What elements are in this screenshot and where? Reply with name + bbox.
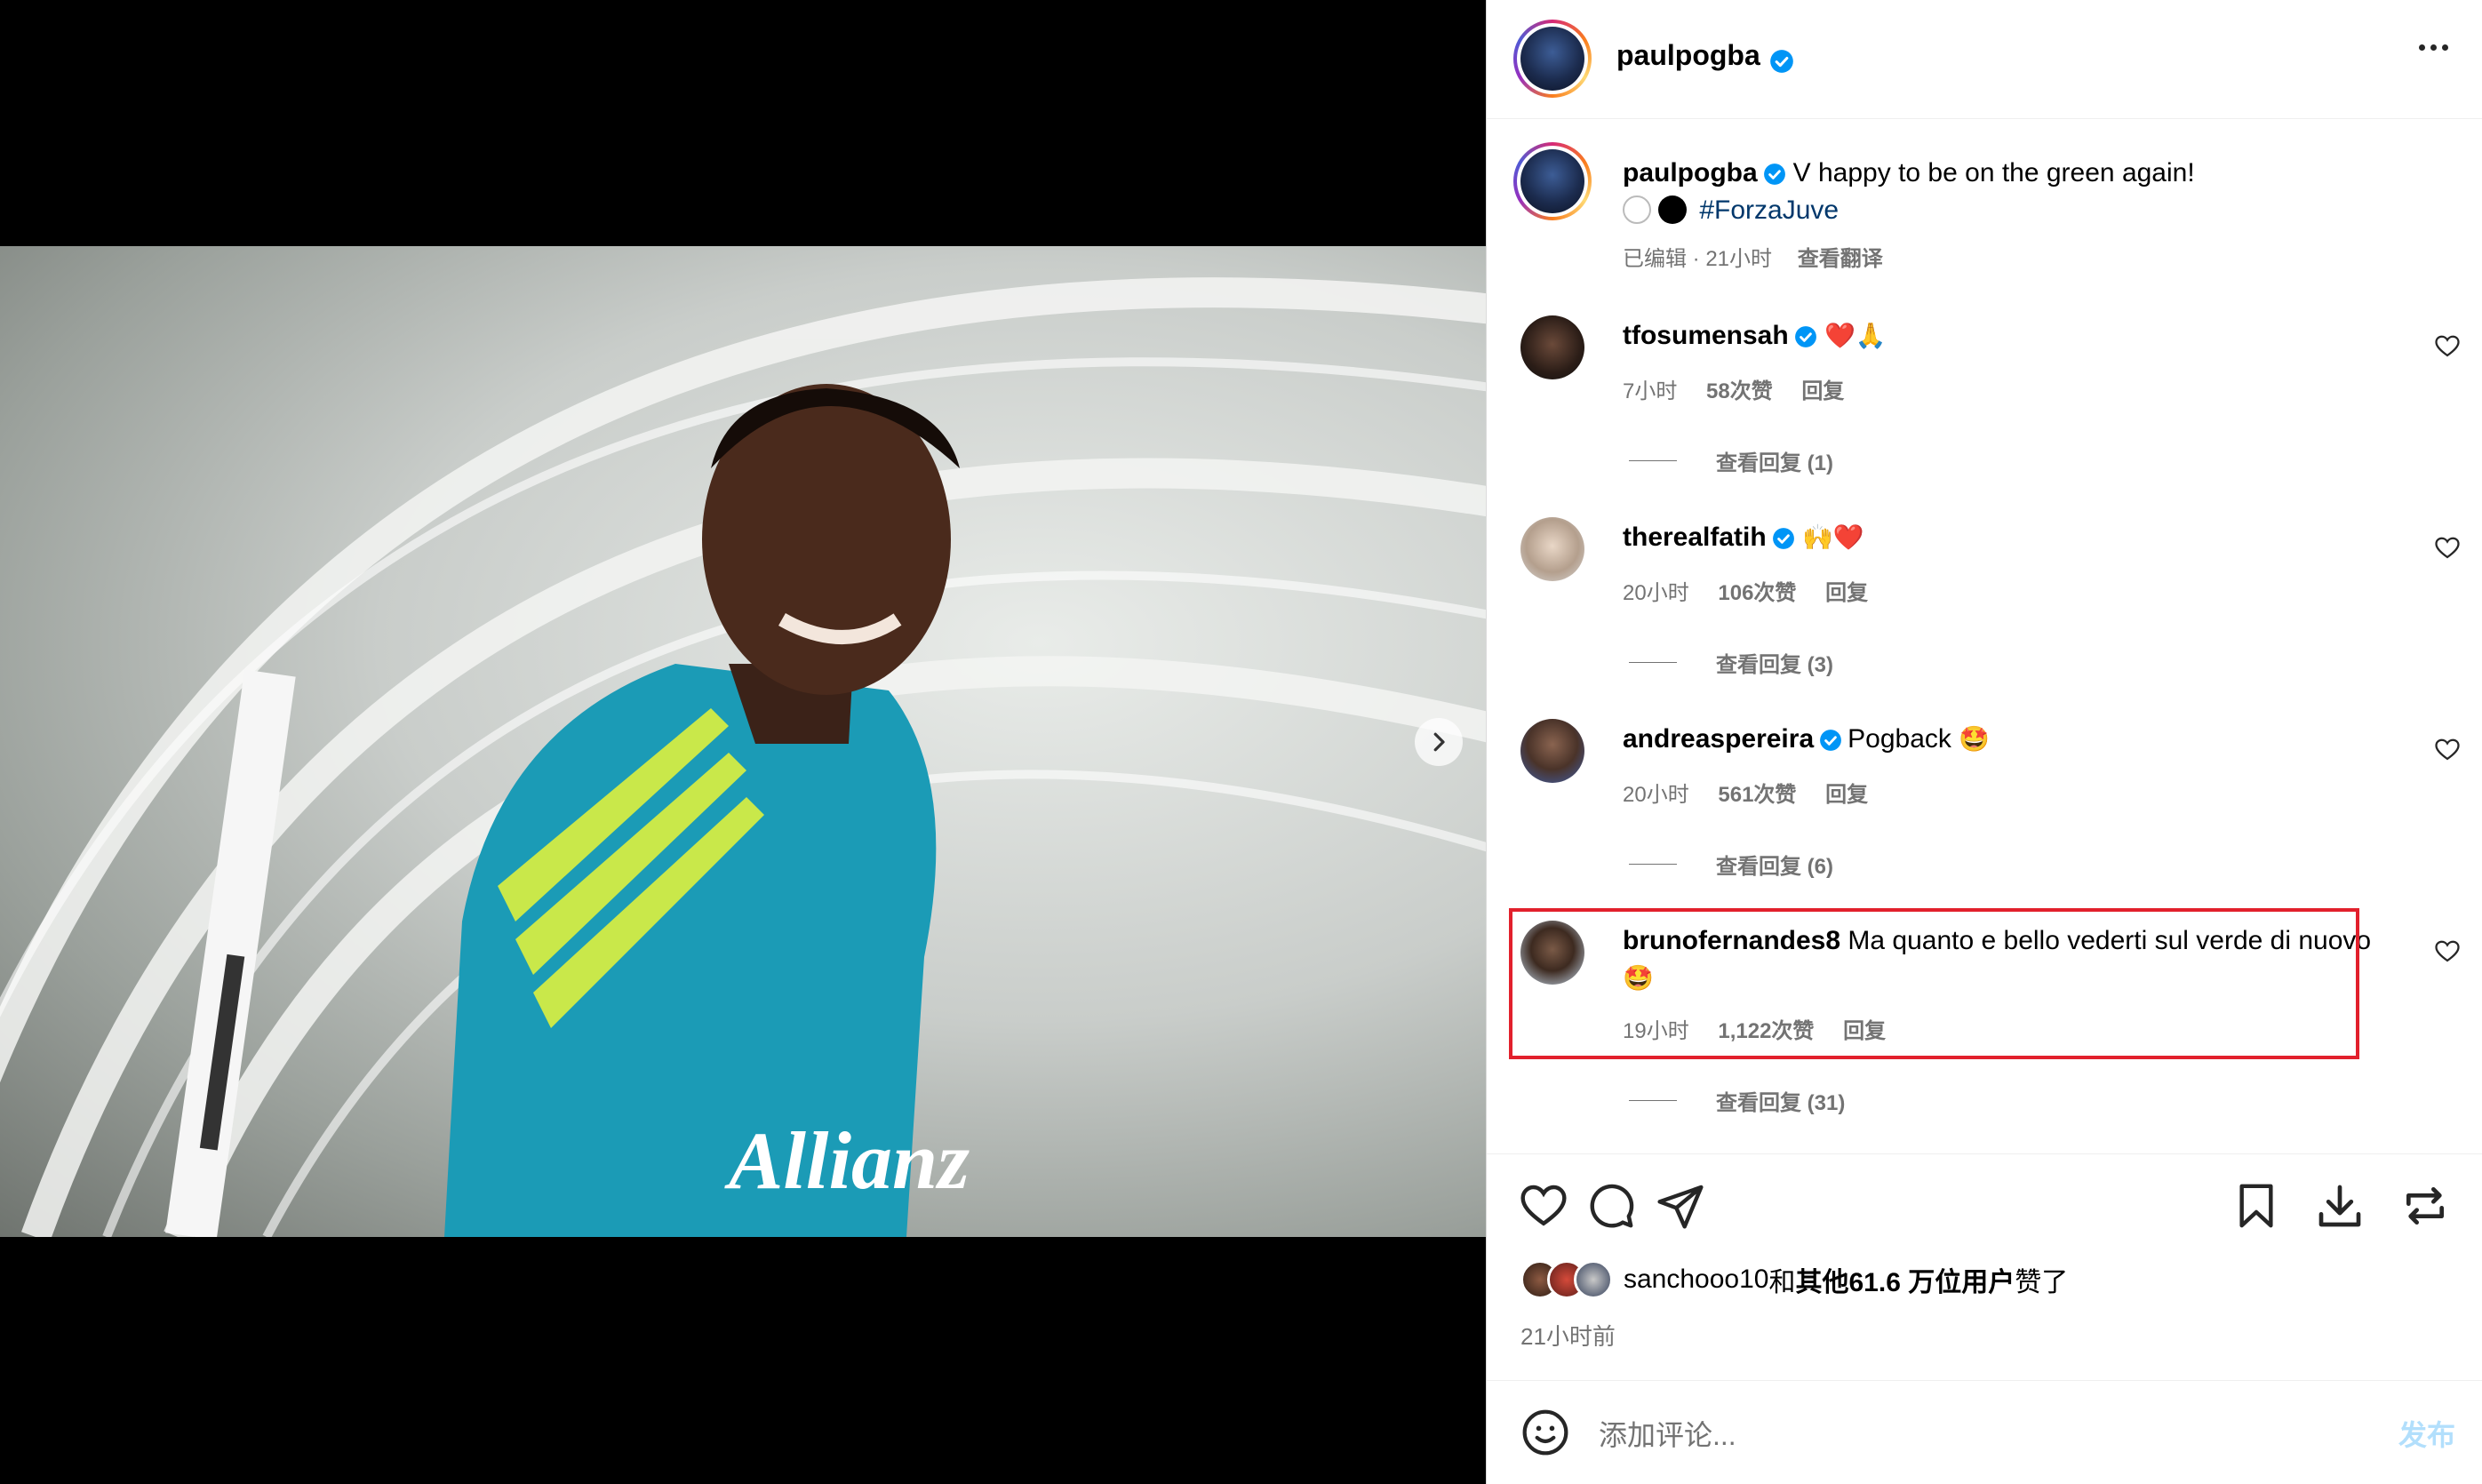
repost-icon[interactable] bbox=[2400, 1181, 2450, 1231]
likes-others[interactable]: 其他61.6 万位用户 bbox=[1795, 1260, 2015, 1299]
commenter-avatar[interactable] bbox=[1520, 719, 1584, 783]
verified-icon bbox=[1770, 49, 1794, 73]
black-circle-emoji bbox=[1658, 195, 1687, 224]
share-icon[interactable] bbox=[1656, 1181, 1705, 1231]
view-replies-button[interactable]: 查看回复 (6) bbox=[1629, 849, 1833, 880]
photo-illustration: Allianz bbox=[0, 277, 1486, 1237]
liker-username[interactable]: sanchooo10 bbox=[1624, 1265, 1768, 1295]
comment-heart-icon[interactable] bbox=[2434, 333, 2461, 360]
caption-username[interactable]: paulpogba bbox=[1623, 158, 1758, 187]
see-translation-link[interactable]: 查看翻译 bbox=[1798, 247, 1883, 271]
download-icon[interactable] bbox=[2315, 1181, 2365, 1231]
post-comment-button[interactable]: 发布 bbox=[2398, 1413, 2455, 1454]
likes-and: 和 bbox=[1768, 1268, 1796, 1297]
commenter-username[interactable]: andreaspereira bbox=[1623, 724, 1814, 754]
commenter-avatar[interactable] bbox=[1520, 517, 1584, 581]
bookmark-icon[interactable] bbox=[2231, 1181, 2281, 1231]
highlight-box bbox=[1509, 908, 2359, 1059]
verified-icon bbox=[1763, 164, 1785, 185]
white-circle-emoji bbox=[1623, 195, 1651, 224]
post-header: paulpogba bbox=[1487, 0, 2482, 119]
comment-time: 20小时 bbox=[1623, 783, 1689, 807]
comment-likes[interactable]: 106次赞 bbox=[1718, 581, 1796, 605]
verified-icon bbox=[1820, 730, 1842, 751]
view-replies-button[interactable]: 查看回复 (1) bbox=[1629, 445, 1833, 476]
view-replies-button[interactable]: 查看回复 (31) bbox=[1629, 1085, 1845, 1116]
comment-heart-icon[interactable] bbox=[2434, 737, 2461, 763]
comment-emoji: 🙌❤️ bbox=[1802, 523, 1864, 552]
heart-icon[interactable] bbox=[1519, 1181, 1568, 1231]
comment-time: 7小时 bbox=[1623, 379, 1678, 403]
comment-composer: 添加评论... 发布 bbox=[1487, 1380, 2482, 1484]
author-username[interactable]: paulpogba bbox=[1616, 39, 1760, 71]
reply-button[interactable]: 回复 bbox=[1801, 379, 1844, 403]
comment-icon[interactable] bbox=[1586, 1181, 1636, 1231]
jersey-sponsor-text: Allianz bbox=[724, 1115, 970, 1206]
more-icon bbox=[2419, 44, 2425, 51]
author-avatar[interactable] bbox=[1513, 20, 1592, 98]
caption-edited-time: 已编辑 · 21小时 bbox=[1623, 247, 1773, 271]
post-side-panel: paulpogba paulpogba V happy to be on the … bbox=[1486, 0, 2482, 1484]
comment-emoji: ❤️🙏 bbox=[1824, 321, 1887, 350]
caption-avatar[interactable] bbox=[1513, 142, 1592, 220]
comment-emoji: 🤩 bbox=[1959, 724, 1991, 754]
post-media[interactable]: Allianz bbox=[0, 0, 1486, 1484]
view-replies-button[interactable]: 查看回复 (3) bbox=[1629, 647, 1833, 678]
likes-summary[interactable]: sanchooo10 和其他61.6 万位用户 赞了 bbox=[1520, 1260, 2068, 1299]
caption-text: V happy to be on the green again! bbox=[1792, 158, 2195, 187]
post-photo: Allianz bbox=[0, 246, 1486, 1237]
commenter-username[interactable]: tfosumensah bbox=[1623, 321, 1789, 350]
comment-text: Pogback bbox=[1848, 724, 1951, 754]
commenter-username[interactable]: therealfatih bbox=[1623, 523, 1767, 552]
comment-heart-icon[interactable] bbox=[2434, 938, 2461, 965]
comment-likes[interactable]: 561次赞 bbox=[1718, 783, 1796, 807]
likes-suffix: 赞了 bbox=[2015, 1268, 2069, 1297]
comment-likes[interactable]: 58次赞 bbox=[1706, 379, 1773, 403]
more-options-button[interactable] bbox=[2419, 44, 2448, 51]
carousel-next-button[interactable] bbox=[1415, 718, 1463, 766]
smiley-icon[interactable] bbox=[1520, 1408, 1570, 1457]
liker-avatars bbox=[1520, 1260, 1613, 1299]
commenter-avatar[interactable] bbox=[1520, 315, 1584, 379]
post-time: 21小时前 bbox=[1520, 1323, 1616, 1350]
hashtag-link[interactable]: #ForzaJuve bbox=[1699, 195, 1839, 225]
comment-heart-icon[interactable] bbox=[2434, 535, 2461, 562]
reply-button[interactable]: 回复 bbox=[1825, 581, 1868, 605]
comment-input[interactable]: 添加评论... bbox=[1599, 1413, 1736, 1454]
comment-time: 20小时 bbox=[1623, 581, 1689, 605]
chevron-right-icon bbox=[1433, 732, 1445, 752]
verified-icon bbox=[1772, 528, 1794, 549]
reply-button[interactable]: 回复 bbox=[1825, 783, 1868, 807]
verified-icon bbox=[1794, 326, 1816, 347]
